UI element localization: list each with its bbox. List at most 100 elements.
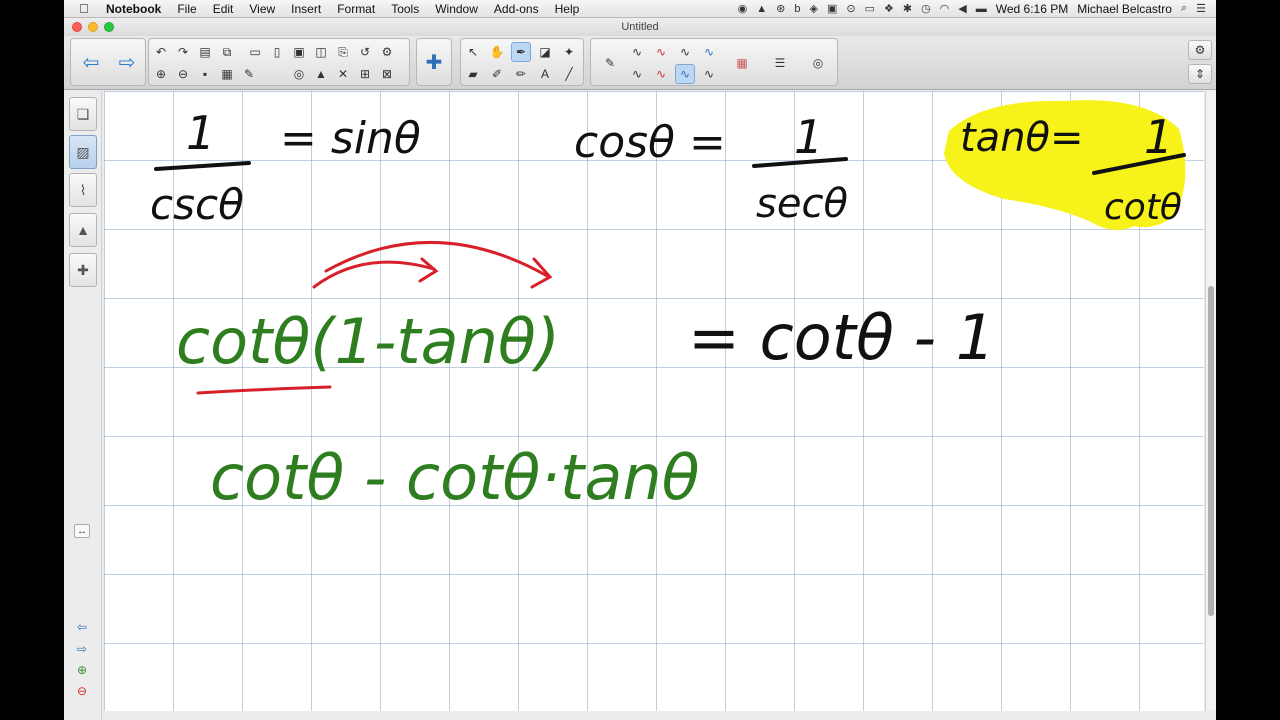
add-ons-icon[interactable]: ✚ — [420, 42, 448, 82]
clock-icon[interactable]: ◷ — [921, 2, 931, 15]
forward-arrow-icon[interactable]: ⇨ — [113, 42, 141, 82]
measure-icon[interactable]: ▲ — [311, 64, 331, 84]
scrollbar-thumb[interactable] — [1208, 286, 1214, 616]
eq3-lhs: tanθ= — [960, 115, 1084, 161]
vertical-scrollbar[interactable] — [1205, 91, 1216, 711]
previous-page-icon[interactable]: ⇦ — [74, 620, 90, 634]
text-icon[interactable]: A — [535, 64, 555, 84]
pen-icon[interactable]: ✒ — [511, 42, 531, 62]
menu-window[interactable]: Window — [427, 2, 486, 16]
page-sorter-tab[interactable]: ❏ — [69, 97, 97, 131]
properties-tab[interactable]: ▲ — [69, 213, 97, 247]
save-icon[interactable]: ▪ — [195, 64, 215, 84]
delete-page-icon-side[interactable]: ⊖ — [74, 684, 90, 698]
volume-icon[interactable]: ◀ — [958, 2, 966, 15]
bluetooth-icon[interactable]: ✱ — [903, 2, 912, 15]
delete-page-icon[interactable]: ⊖ — [173, 64, 193, 84]
pen-style-4[interactable]: ∿ — [699, 42, 719, 62]
pen-style-2[interactable]: ∿ — [651, 42, 671, 62]
attachments-tab[interactable]: ⌇ — [69, 173, 97, 207]
undo-page-icon[interactable]: ↺ — [355, 42, 375, 62]
menu-app-name[interactable]: Notebook — [98, 2, 169, 16]
hand-icon[interactable]: ✋ — [487, 42, 507, 62]
open-icon[interactable]: ▤ — [195, 42, 215, 62]
eraser-icon[interactable]: ◪ — [535, 42, 555, 62]
transparency-icon[interactable]: ◎ — [805, 51, 831, 75]
menu-insert[interactable]: Insert — [283, 2, 329, 16]
eq3-denominator: cotθ — [1104, 187, 1182, 228]
wifi-icon[interactable]: ◠ — [940, 2, 950, 15]
record-icon[interactable]: ◉ — [738, 2, 748, 15]
pen-style-6[interactable]: ∿ — [651, 64, 671, 84]
magic-pen-icon[interactable]: ✦ — [559, 42, 579, 62]
select-icon[interactable]: ↖ — [463, 42, 483, 62]
apple-icon[interactable]:  — [70, 1, 98, 16]
redo-icon[interactable]: ↷ — [173, 42, 193, 62]
menu-tools[interactable]: Tools — [383, 2, 427, 16]
pen-style-8[interactable]: ∿ — [699, 64, 719, 84]
tools-icon[interactable]: ⚙ — [377, 42, 397, 62]
zoom-window-button[interactable] — [104, 22, 114, 32]
line-width-icon[interactable]: ☰ — [767, 51, 793, 75]
paste-icon[interactable]: ▦ — [217, 64, 237, 84]
clear-icon[interactable]: ✎ — [239, 64, 259, 84]
pen-tool-icon[interactable]: ✎ — [597, 51, 623, 75]
notebook-canvas[interactable]: 1 cscθ = sinθ cosθ = 1 secθ tanθ= 1 cotθ… — [104, 91, 1204, 711]
pen-style-7[interactable]: ∿ — [675, 64, 695, 84]
menu-format[interactable]: Format — [329, 2, 383, 16]
minimize-window-button[interactable] — [88, 22, 98, 32]
menu-add-ons[interactable]: Add-ons — [486, 2, 547, 16]
tools-group: ↖ ✋ ✒ ◪ ✦ ▰ ✐ ✏ A ╱ — [460, 38, 584, 86]
table-icon[interactable]: ⊞ — [355, 64, 375, 84]
full-screen-icon[interactable]: ▣ — [289, 42, 309, 62]
add-page-icon-side[interactable]: ⊕ — [74, 663, 90, 677]
left-sidebar: ❏ ▨ ⌇ ▲ ✚ ↔ ⇦ ⇨ ⊕ ⊖ — [64, 91, 102, 720]
pen-style-1[interactable]: ∿ — [627, 42, 647, 62]
time-machine-icon[interactable]: ⊙ — [846, 2, 855, 15]
screen-icon[interactable]: ▣ — [827, 2, 837, 15]
dual-page-icon[interactable]: ▯ — [267, 42, 287, 62]
toolbar-swap-icon[interactable]: ⇕ — [1188, 64, 1212, 84]
menu-user[interactable]: Michael Belcastro — [1077, 2, 1172, 16]
close-box-icon[interactable]: ⊠ — [377, 64, 397, 84]
next-page-icon[interactable]: ⇨ — [74, 642, 90, 656]
menu-file[interactable]: File — [169, 2, 204, 16]
red-arrow-1 — [312, 260, 436, 289]
expand-sidebar-icon[interactable]: ↔ — [74, 524, 90, 538]
screen-shade-icon[interactable]: ▭ — [245, 42, 265, 62]
dropbox-icon[interactable]: ❖ — [884, 2, 894, 15]
undo-icon[interactable]: ↶ — [151, 42, 171, 62]
display-icon[interactable]: ▭ — [865, 2, 875, 15]
menu-edit[interactable]: Edit — [205, 2, 242, 16]
evernote-icon[interactable]: ◈ — [809, 2, 817, 15]
monitor-icon[interactable]: ◫ — [311, 42, 331, 62]
add-page-icon[interactable]: ⊕ — [151, 64, 171, 84]
spotlight-icon[interactable]: ⌕ — [1181, 2, 1187, 15]
creative-pen-icon[interactable]: ✐ — [487, 64, 507, 84]
add-ons-tab[interactable]: ✚ — [69, 253, 97, 287]
pen-style-3[interactable]: ∿ — [675, 42, 695, 62]
color-palette-icon[interactable]: ▦ — [729, 51, 755, 75]
notification-center-icon[interactable]: ☰ — [1196, 2, 1206, 15]
battery-icon[interactable]: ▬ — [976, 3, 987, 15]
drive-icon[interactable]: ▲ — [756, 3, 767, 15]
menu-help[interactable]: Help — [547, 2, 588, 16]
back-arrow-icon[interactable]: ⇦ — [77, 42, 105, 82]
menu-clock[interactable]: Wed 6:16 PM — [996, 2, 1068, 16]
pencil-icon[interactable]: ✏ — [511, 64, 531, 84]
gallery-tab[interactable]: ▨ — [69, 135, 97, 169]
capture-icon[interactable]: ◎ — [289, 64, 309, 84]
line-icon[interactable]: ╱ — [559, 64, 579, 84]
doc-camera-icon[interactable]: ⎘ — [333, 42, 353, 62]
highlighter-icon[interactable]: ▰ — [463, 64, 483, 84]
b-icon[interactable]: b — [794, 3, 800, 15]
menu-view[interactable]: View — [241, 2, 283, 16]
delete-icon[interactable]: ✕ — [333, 64, 353, 84]
settings-gear-icon[interactable]: ⚙ — [1188, 40, 1212, 60]
sync-icon[interactable]: ⊛ — [776, 2, 785, 15]
toolbar: ⇦ ⇨ ↶ ↷ ▤ ⧉ ▭ ▯ ▣ ◫ ⎘ ↺ ⚙ ⊕ ⊖ ▪ ▦ ✎ ◎ ▲ … — [64, 36, 1216, 90]
copy-icon[interactable]: ⧉ — [217, 42, 237, 62]
close-window-button[interactable] — [72, 22, 82, 32]
pen-style-5[interactable]: ∿ — [627, 64, 647, 84]
window-title-bar: Untitled — [64, 18, 1216, 36]
